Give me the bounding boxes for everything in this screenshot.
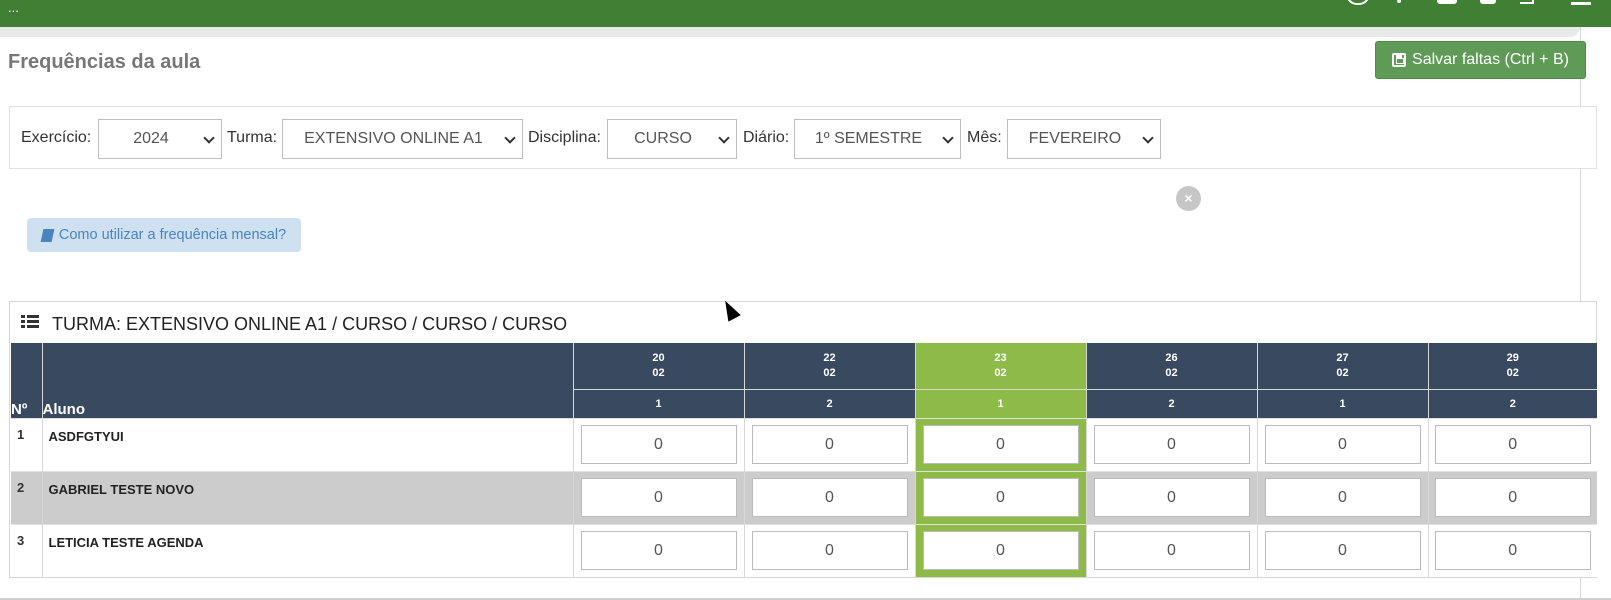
student-name: ASDFGTYUI <box>41 417 573 471</box>
absence-input[interactable]: 0 <box>1434 478 1591 517</box>
column-header-no: Nº <box>11 343 42 418</box>
absence-input[interactable]: 0 <box>751 478 908 517</box>
turma-value: EXTENSIVO ONLINE A1 <box>304 130 483 147</box>
absence-input[interactable]: 0 <box>751 531 908 571</box>
student-number: 1 <box>11 417 42 471</box>
panel-title: TURMA: EXTENSIVO ONLINE A1 / CURSO / CUR… <box>52 314 568 334</box>
student-name: GABRIEL TESTE NOVO <box>41 470 573 524</box>
menu-dots[interactable]: ... <box>8 1 19 14</box>
exercicio-select[interactable]: 2024 <box>98 119 222 159</box>
save-absences-button[interactable]: Salvar faltas (Ctrl + B) <box>1375 41 1586 79</box>
filter-panel: Exercício: 2024 Turma: EXTENSIVO ONLINE … <box>9 106 1597 169</box>
chevron-down-icon <box>203 132 215 144</box>
lesson-number: 1 <box>1256 389 1428 418</box>
date-header[interactable]: 20 02 <box>572 343 744 390</box>
lesson-number: 2 <box>1085 389 1257 418</box>
save-absences-label: Salvar faltas (Ctrl + B) <box>1412 51 1569 68</box>
chevron-down-icon <box>1142 132 1154 144</box>
absence-input[interactable]: 0 <box>580 478 737 517</box>
mes-select[interactable]: FEVEREIRO <box>1007 119 1161 159</box>
table-row: 1 ASDFGTYUI 0 0 0 0 0 0 <box>11 417 1597 471</box>
chevron-down-icon <box>504 132 516 144</box>
date-header[interactable]: 22 02 <box>743 343 915 390</box>
chevron-down-icon <box>718 132 730 144</box>
absence-input[interactable]: 0 <box>1093 531 1250 571</box>
help-button[interactable]: Como utilizar a frequência mensal? <box>27 218 301 252</box>
logout-icon[interactable] <box>1520 0 1534 4</box>
turma-panel: TURMA: EXTENSIVO ONLINE A1 / CURSO / CUR… <box>9 301 1597 578</box>
student-number: 2 <box>11 470 42 524</box>
info-icon[interactable] <box>1397 0 1401 3</box>
header-shadow <box>0 27 1580 37</box>
lesson-number-active: 1 <box>914 389 1086 418</box>
lesson-number: 2 <box>743 389 915 418</box>
turma-select[interactable]: EXTENSIVO ONLINE A1 <box>282 119 523 159</box>
book-icon <box>40 228 55 242</box>
absence-input[interactable]: 0 <box>1434 531 1591 571</box>
mes-value: FEVEREIRO <box>1028 130 1122 147</box>
absence-input[interactable]: 0 <box>922 425 1079 464</box>
student-name: LETICIA TESTE AGENDA <box>41 523 573 577</box>
absence-input[interactable]: 0 <box>1264 425 1421 464</box>
absence-input[interactable]: 0 <box>922 531 1079 571</box>
attendance-table: Nº Aluno 20 02 22 02 23 02 26 02 27 02 29 02 1… <box>11 343 1597 577</box>
lesson-number: 1 <box>572 389 744 418</box>
exercicio-label: Exercício: <box>21 129 92 146</box>
absence-input[interactable]: 0 <box>580 425 737 464</box>
student-number: 3 <box>11 523 42 577</box>
floppy-disk-icon <box>1392 53 1407 67</box>
table-row: 3 LETICIA TESTE AGENDA 0 0 0 0 0 0 <box>11 523 1597 577</box>
absence-input[interactable]: 0 <box>922 478 1079 517</box>
column-header-aluno: Aluno <box>41 343 573 418</box>
diario-value: 1º SEMESTRE <box>814 130 923 147</box>
table-row: 2 GABRIEL TESTE NOVO 0 0 0 0 0 0 <box>11 470 1597 524</box>
absence-input[interactable]: 0 <box>1434 425 1591 464</box>
exercicio-value: 2024 <box>133 130 169 147</box>
close-alert-button[interactable]: × <box>1176 186 1201 211</box>
mes-label: Mês: <box>967 129 1002 146</box>
list-icon <box>21 315 39 328</box>
absence-input[interactable]: 0 <box>1093 478 1250 517</box>
help-label: Como utilizar a frequência mensal? <box>58 227 287 243</box>
date-header[interactable]: 27 02 <box>1256 343 1428 390</box>
date-header-active[interactable]: 23 02 <box>914 343 1086 390</box>
disciplina-select[interactable]: CURSO <box>607 119 737 159</box>
absence-input[interactable]: 0 <box>580 531 737 571</box>
disciplina-value: CURSO <box>634 130 692 147</box>
page-title: Frequências da aula <box>8 51 201 73</box>
chevron-down-icon <box>942 132 954 144</box>
absence-input[interactable]: 0 <box>1093 425 1250 464</box>
absence-input[interactable]: 0 <box>751 425 908 464</box>
panel-header: TURMA: EXTENSIVO ONLINE A1 / CURSO / CUR… <box>10 302 1596 343</box>
date-header[interactable]: 29 02 <box>1427 343 1597 390</box>
lock-icon[interactable] <box>1480 0 1496 4</box>
notification-icon[interactable] <box>1437 0 1457 4</box>
absence-input[interactable]: 0 <box>1264 531 1421 571</box>
diario-select[interactable]: 1º SEMESTRE <box>794 119 961 159</box>
turma-label: Turma: <box>227 129 278 146</box>
hamburger-icon[interactable] <box>1571 2 1591 5</box>
top-navbar: ... <box>0 0 1611 27</box>
disciplina-label: Disciplina: <box>528 129 601 146</box>
diario-label: Diário: <box>743 129 790 146</box>
absence-input[interactable]: 0 <box>1264 478 1421 517</box>
date-header[interactable]: 26 02 <box>1085 343 1257 390</box>
chat-icon[interactable] <box>1346 0 1370 5</box>
lesson-number: 2 <box>1427 389 1597 418</box>
